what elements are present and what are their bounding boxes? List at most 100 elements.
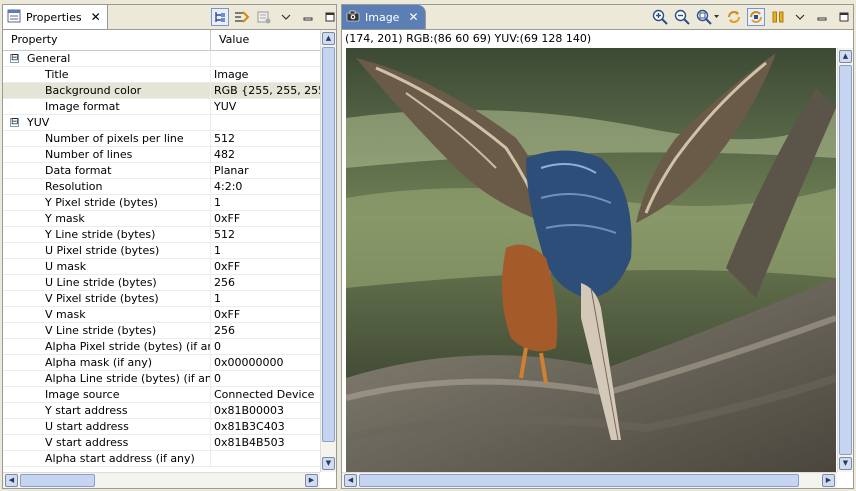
minimize-button[interactable] (299, 8, 317, 26)
property-row[interactable]: Resolution 4:2:0 (3, 179, 320, 195)
property-value-cell[interactable]: 1 (211, 291, 320, 306)
property-group-row[interactable]: ⊟ YUV (3, 115, 320, 131)
show-categories-button[interactable] (211, 8, 229, 26)
property-value-cell[interactable]: Connected Device (211, 387, 320, 402)
property-value-cell[interactable]: 256 (211, 323, 320, 338)
property-name: U start address (45, 420, 129, 433)
property-row[interactable]: Number of pixels per line 512 (3, 131, 320, 147)
close-icon[interactable]: ✕ (408, 10, 418, 24)
property-row[interactable]: V mask 0xFF (3, 307, 320, 323)
zoom-out-button[interactable] (673, 8, 691, 26)
properties-icon (7, 9, 21, 26)
filter-button[interactable] (233, 8, 251, 26)
property-value-cell[interactable] (211, 451, 320, 466)
property-row[interactable]: Number of lines 482 (3, 147, 320, 163)
property-value-cell[interactable]: 0xFF (211, 211, 320, 226)
property-group-row[interactable]: ⊟ General (3, 51, 320, 67)
property-row[interactable]: Y Pixel stride (bytes) 1 (3, 195, 320, 211)
image-canvas[interactable] (346, 48, 836, 472)
property-value-cell[interactable]: 1 (211, 195, 320, 210)
property-value-cell[interactable]: 512 (211, 227, 320, 242)
property-value-cell[interactable]: Planar (211, 163, 320, 178)
scroll-thumb[interactable] (839, 65, 852, 455)
property-value-cell[interactable]: 4:2:0 (211, 179, 320, 194)
property-value-cell[interactable]: 512 (211, 131, 320, 146)
property-row[interactable]: V Line stride (bytes) 256 (3, 323, 320, 339)
scroll-left-button[interactable]: ◀ (5, 474, 18, 487)
image-horizontal-scrollbar[interactable]: ◀ ▶ (342, 472, 837, 488)
collapse-icon[interactable]: ⊟ (10, 118, 19, 127)
close-icon[interactable]: ✕ (91, 10, 101, 24)
scroll-thumb[interactable] (359, 474, 799, 487)
column-header-value[interactable]: Value (211, 30, 249, 50)
property-row[interactable]: Background color RGB {255, 255, 255} (3, 83, 320, 99)
property-row[interactable]: Data format Planar (3, 163, 320, 179)
scroll-right-button[interactable]: ▶ (822, 474, 835, 487)
image-tab[interactable]: Image ✕ (342, 5, 426, 29)
scroll-up-button[interactable]: ▲ (322, 32, 335, 45)
property-row[interactable]: Title Image (3, 67, 320, 83)
property-row[interactable]: Image source Connected Device (3, 387, 320, 403)
properties-vertical-scrollbar[interactable]: ▲ ▼ (320, 30, 336, 472)
collapse-icon[interactable]: ⊟ (10, 54, 19, 63)
property-row[interactable]: Alpha start address (if any) (3, 451, 320, 467)
property-row[interactable]: Image format YUV (3, 99, 320, 115)
property-row[interactable]: V start address 0x81B4B503 (3, 435, 320, 451)
property-value-cell[interactable]: Image (211, 67, 320, 82)
minimize-button[interactable] (813, 8, 831, 26)
property-value-cell[interactable]: 0 (211, 339, 320, 354)
scroll-right-button[interactable]: ▶ (305, 474, 318, 487)
property-row[interactable]: Y start address 0x81B00003 (3, 403, 320, 419)
view-menu-button[interactable] (277, 8, 295, 26)
maximize-button[interactable] (321, 8, 339, 26)
property-name-cell: U mask (3, 259, 211, 274)
property-row[interactable]: Alpha mask (if any) 0x00000000 (3, 355, 320, 371)
property-value-cell[interactable]: 256 (211, 275, 320, 290)
property-value-cell[interactable]: 482 (211, 147, 320, 162)
property-value-cell[interactable]: 0 (211, 371, 320, 386)
property-row[interactable]: Y Line stride (bytes) 512 (3, 227, 320, 243)
column-header-property[interactable]: Property (3, 30, 211, 50)
show-advanced-button[interactable] (255, 8, 273, 26)
property-value-cell[interactable]: 0xFF (211, 307, 320, 322)
property-value-cell[interactable]: 1 (211, 243, 320, 258)
image-vertical-scrollbar[interactable]: ▲ ▼ (837, 48, 853, 472)
auto-refresh-button[interactable] (747, 8, 765, 26)
refresh-button[interactable] (725, 8, 743, 26)
property-row[interactable]: Y mask 0xFF (3, 211, 320, 227)
property-name: V Line stride (bytes) (45, 324, 157, 337)
scroll-left-button[interactable]: ◀ (344, 474, 357, 487)
property-name: Background color (45, 84, 142, 97)
properties-horizontal-scrollbar[interactable]: ◀ ▶ (3, 472, 320, 488)
property-value-cell[interactable]: 0x00000000 (211, 355, 320, 370)
maximize-button[interactable] (835, 8, 853, 26)
scroll-down-button[interactable]: ▼ (839, 457, 852, 470)
property-row[interactable]: U Pixel stride (bytes) 1 (3, 243, 320, 259)
property-name: U Line stride (bytes) (45, 276, 157, 289)
zoom-in-button[interactable] (651, 8, 669, 26)
property-name: U Pixel stride (bytes) (45, 244, 160, 257)
property-row[interactable]: U Line stride (bytes) 256 (3, 275, 320, 291)
property-row[interactable]: Alpha Pixel stride (bytes) (if any) 0 (3, 339, 320, 355)
property-row[interactable]: U mask 0xFF (3, 259, 320, 275)
property-value-cell[interactable]: 0x81B4B503 (211, 435, 320, 450)
property-row[interactable]: V Pixel stride (bytes) 1 (3, 291, 320, 307)
property-value-cell[interactable]: YUV (211, 99, 320, 114)
scroll-thumb[interactable] (322, 47, 335, 442)
view-menu-button[interactable] (791, 8, 809, 26)
advanced-icon (257, 11, 271, 24)
scroll-thumb[interactable] (20, 474, 95, 487)
property-value-cell[interactable]: 0xFF (211, 259, 320, 274)
property-value-cell[interactable]: 0x81B3C403 (211, 419, 320, 434)
image-toolbar (651, 7, 853, 27)
properties-table-header: Property Value (3, 30, 320, 51)
property-row[interactable]: Alpha Line stride (bytes) (if any) 0 (3, 371, 320, 387)
property-value-cell[interactable]: 0x81B00003 (211, 403, 320, 418)
pause-button[interactable] (769, 8, 787, 26)
property-value-cell[interactable]: RGB {255, 255, 255} (211, 83, 320, 98)
properties-tab[interactable]: Properties ✕ (3, 5, 108, 29)
scroll-up-button[interactable]: ▲ (839, 50, 852, 63)
property-row[interactable]: U start address 0x81B3C403 (3, 419, 320, 435)
scroll-down-button[interactable]: ▼ (322, 457, 335, 470)
zoom-fit-button[interactable] (695, 8, 721, 26)
